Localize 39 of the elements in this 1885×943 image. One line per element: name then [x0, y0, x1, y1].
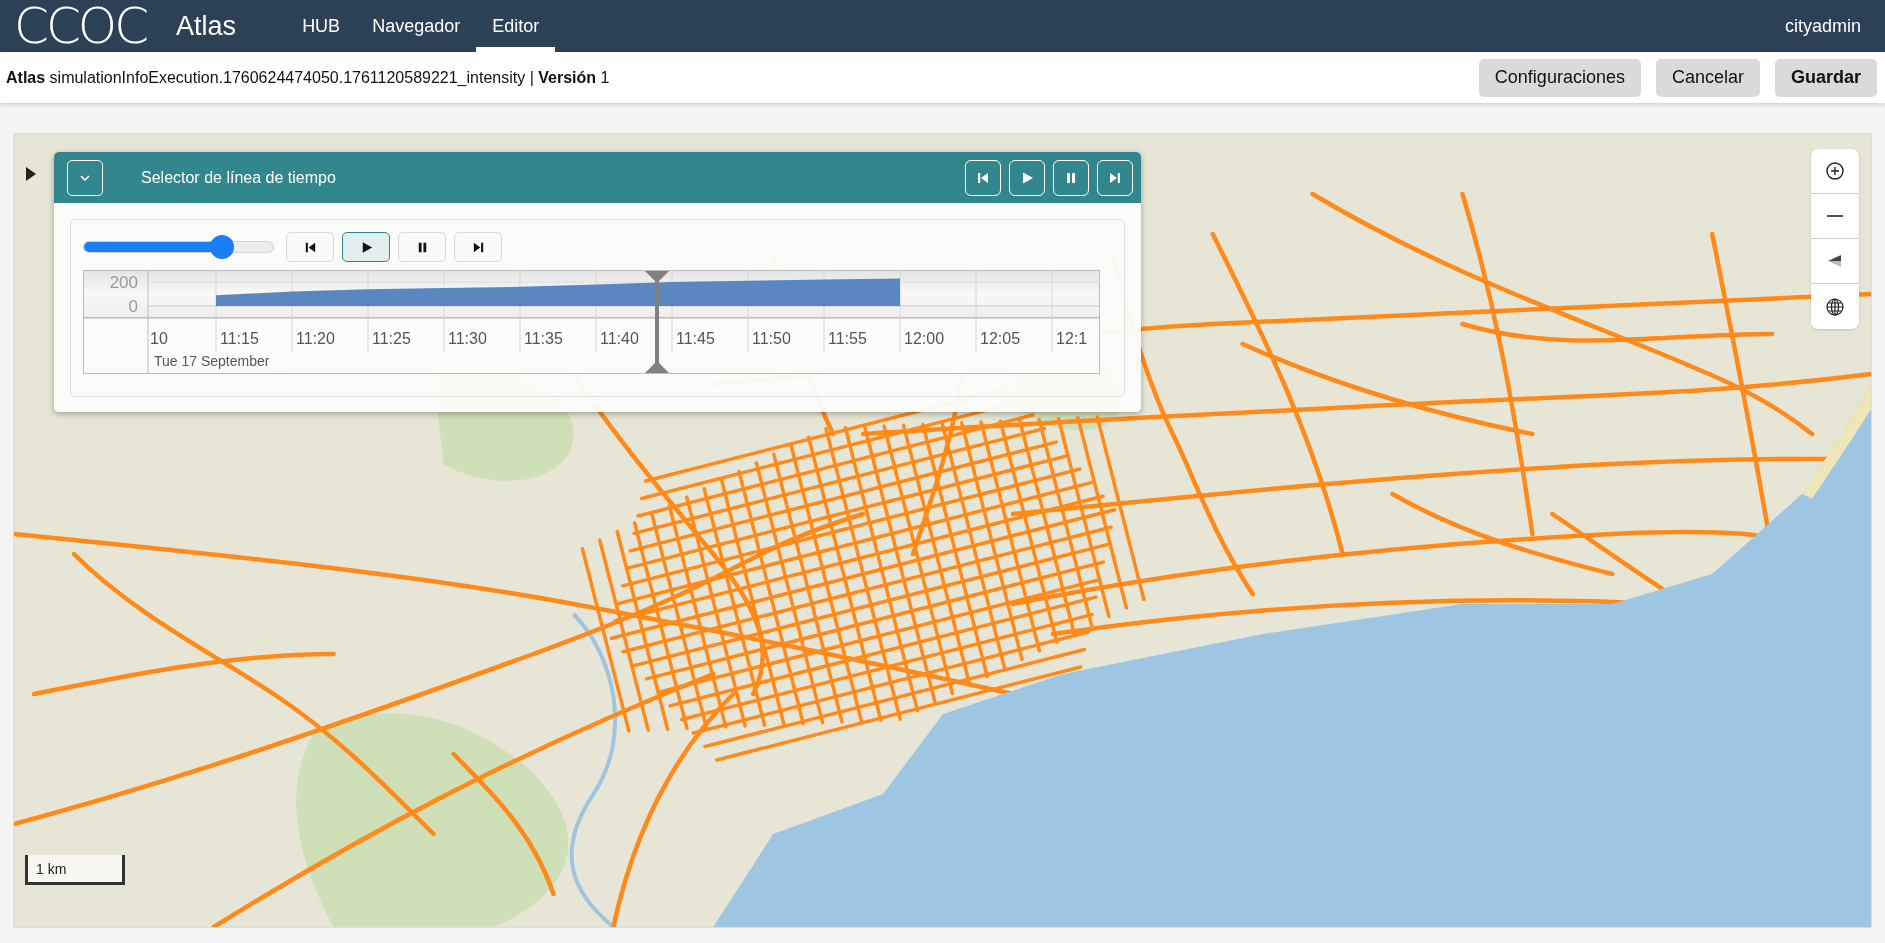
- pause-button[interactable]: [398, 232, 446, 262]
- x-axis-label: 11:40: [600, 330, 639, 347]
- date-label: Tue 17 September: [154, 353, 270, 369]
- collapse-button[interactable]: [67, 159, 103, 196]
- toolbar-button[interactable]: Configuraciones: [1478, 58, 1641, 97]
- nav-tab[interactable]: Navegador: [356, 0, 477, 52]
- x-axis-label: 11:55: [828, 330, 867, 347]
- slider-thumb[interactable]: [210, 235, 235, 259]
- app-name: Atlas: [176, 10, 237, 42]
- document-title: Atlas simulationInfoExecution.1760624474050.1761120589221_intensity | Versión 1: [6, 68, 610, 87]
- x-axis-label: 12:05: [980, 330, 1021, 347]
- x-axis-label: 11:25: [372, 330, 411, 347]
- skip-back-button[interactable]: [286, 232, 334, 262]
- y-axis-label: 200: [109, 273, 138, 292]
- panel-title: Selector de línea de tiempo: [141, 168, 336, 187]
- x-axis-label: 11:50: [752, 330, 791, 347]
- x-axis-label: 10: [150, 330, 168, 347]
- expand-panel-icon[interactable]: [26, 167, 36, 181]
- x-axis-label: 11:20: [296, 330, 335, 347]
- toolbar-button[interactable]: Cancelar: [1655, 58, 1760, 97]
- skip-forward-button[interactable]: [454, 232, 502, 262]
- x-axis-label: 11:35: [524, 330, 563, 347]
- logo: CCOC: [14, 0, 147, 52]
- nav-tab[interactable]: HUB: [286, 0, 357, 52]
- y-axis-label: 0: [128, 297, 138, 316]
- x-axis-label: 12:1: [1056, 330, 1088, 347]
- time-cursor-handle[interactable]: [645, 270, 670, 374]
- play-button[interactable]: [342, 232, 390, 262]
- user-name[interactable]: cityadmin: [1784, 15, 1861, 37]
- speed-slider[interactable]: [83, 235, 274, 259]
- x-axis-label: 11:45: [676, 330, 715, 347]
- x-axis-label: 11:15: [220, 330, 259, 347]
- x-axis-label: 11:30: [448, 330, 487, 347]
- zoom-in-icon: [1825, 161, 1845, 181]
- chevron-down-icon: [80, 174, 90, 181]
- scale-label: 1 km: [36, 860, 67, 877]
- x-axis-label: 12:00: [904, 330, 945, 347]
- globe-icon: [1825, 296, 1845, 317]
- save-button[interactable]: Guardar: [1774, 58, 1877, 97]
